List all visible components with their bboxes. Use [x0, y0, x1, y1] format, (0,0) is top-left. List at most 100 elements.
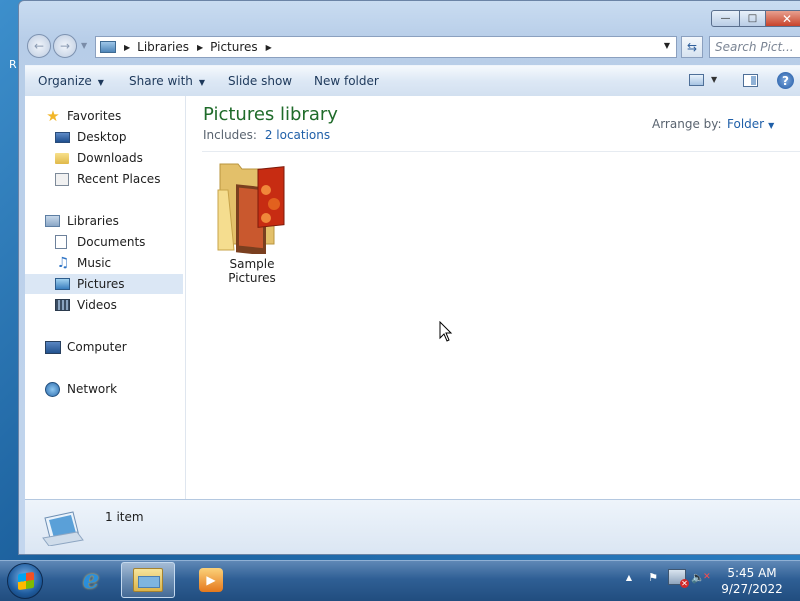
help-icon[interactable]: ?: [777, 72, 794, 89]
refresh-button[interactable]: ⇆: [681, 36, 703, 58]
volume-muted-icon[interactable]: 🔈: [691, 569, 710, 585]
share-with-menu[interactable]: Share with ▼: [129, 74, 205, 88]
windows-explorer-icon: [133, 568, 163, 592]
nav-documents-label: Documents: [77, 235, 146, 249]
caption-buttons: — □ ✕: [711, 10, 800, 27]
nav-desktop[interactable]: Desktop: [25, 127, 183, 147]
nav-documents[interactable]: Documents: [25, 232, 183, 252]
new-folder-button[interactable]: New folder: [314, 74, 379, 88]
arrange-by-label: Arrange by:: [652, 117, 722, 131]
back-arrow-icon: ←: [33, 39, 45, 53]
taskbar-internet-explorer[interactable]: e: [64, 562, 118, 598]
show-hidden-icons-icon[interactable]: ▲: [620, 569, 638, 585]
music-note-icon: ♫: [56, 255, 70, 271]
breadcrumb-separator-icon[interactable]: ▶: [124, 43, 130, 52]
maximize-button[interactable]: □: [739, 10, 766, 27]
forward-button[interactable]: →: [53, 34, 77, 58]
arrange-by-dropdown[interactable]: Folder ▼: [727, 117, 774, 131]
taskbar-windows-explorer[interactable]: [121, 562, 175, 598]
clock[interactable]: 5:45 AM 9/27/2022: [710, 565, 794, 597]
recent-pages-dropdown[interactable]: ▼: [81, 41, 87, 50]
navigation-bar: ← → ▼ ▶ Libraries ▶ Pictures ▶ ▼ ⇆ Searc…: [23, 33, 800, 61]
nav-pictures[interactable]: Pictures: [25, 274, 183, 294]
action-center-flag-icon[interactable]: ⚑: [644, 569, 662, 585]
film-strip-icon: [55, 299, 70, 311]
nav-libraries[interactable]: Libraries: [25, 211, 183, 231]
search-input[interactable]: Search Pict...: [709, 36, 800, 58]
chevron-down-icon: ▼: [198, 78, 206, 87]
nav-recent-places-label: Recent Places: [77, 172, 161, 186]
explorer-window: — □ ✕ ← → ▼ ▶ Libraries ▶ Pictures ▶ ▼ ⇆…: [18, 0, 800, 555]
nav-videos[interactable]: Videos: [25, 295, 183, 315]
slide-show-button[interactable]: Slide show: [228, 74, 292, 88]
includes-label: Includes:: [203, 128, 257, 142]
breadcrumb-separator-icon[interactable]: ▶: [197, 43, 203, 52]
nav-downloads[interactable]: Downloads: [25, 148, 183, 168]
clock-time: 5:45 AM: [727, 566, 777, 580]
navigation-pane: ★ Favorites Desktop Downloads Recent Pla…: [25, 96, 186, 499]
documents-icon: [55, 235, 67, 249]
breadcrumb-pictures[interactable]: Pictures: [210, 40, 258, 54]
clock-date: 9/27/2022: [721, 582, 783, 596]
pictures-library-icon: [42, 511, 84, 546]
nav-computer-label: Computer: [67, 340, 127, 354]
preview-pane-icon[interactable]: [743, 74, 758, 87]
recent-places-icon: [55, 172, 69, 186]
item-count: 1 item: [105, 510, 144, 524]
network-status-icon[interactable]: [668, 569, 689, 588]
content-divider: [202, 151, 800, 152]
nav-music[interactable]: ♫ Music: [25, 253, 183, 273]
close-button[interactable]: ✕: [765, 10, 800, 27]
arrange-by-value: Folder: [727, 117, 765, 131]
organize-menu[interactable]: Organize ▼: [38, 74, 104, 88]
breadcrumb-libraries[interactable]: Libraries: [137, 40, 189, 54]
chevron-down-icon: ▼: [768, 121, 775, 130]
share-with-label: Share with: [129, 74, 193, 88]
nav-network[interactable]: Network: [25, 379, 183, 399]
nav-libraries-label: Libraries: [67, 214, 119, 228]
desktop-edge-text: R: [9, 58, 17, 71]
change-view-icon[interactable]: [689, 74, 704, 86]
internet-explorer-icon: e: [82, 565, 100, 595]
nav-desktop-label: Desktop: [77, 130, 127, 144]
taskbar: e ▶ ▲ ⚑ 🔈 5:45 AM 9/27/2022: [0, 560, 800, 601]
back-button[interactable]: ←: [27, 34, 51, 58]
folder-item-sample-pictures[interactable]: Sample Pictures: [204, 160, 300, 285]
breadcrumb-separator-icon[interactable]: ▶: [266, 43, 272, 52]
nav-music-label: Music: [77, 256, 112, 270]
library-icon: [100, 41, 116, 53]
pictures-icon: [55, 278, 70, 290]
downloads-folder-icon: [55, 152, 69, 164]
address-bar[interactable]: ▶ Libraries ▶ Pictures ▶ ▼: [95, 36, 677, 58]
address-dropdown-icon[interactable]: ▼: [664, 41, 670, 50]
forward-arrow-icon: →: [59, 39, 71, 53]
nav-computer[interactable]: Computer: [25, 337, 183, 357]
nav-favorites[interactable]: ★ Favorites: [25, 106, 183, 126]
nav-downloads-label: Downloads: [77, 151, 143, 165]
view-options-dropdown-icon[interactable]: ▼: [711, 75, 717, 84]
network-globe-icon: [45, 381, 60, 397]
command-bar: Organize ▼ Share with ▼ Slide show New fol…: [25, 65, 800, 97]
folder-item-label: Sample Pictures: [228, 257, 276, 285]
content-pane: Pictures library Includes: 2 locations A…: [186, 96, 800, 499]
start-button[interactable]: [7, 563, 43, 599]
library-includes: Includes: 2 locations: [203, 128, 330, 142]
desktop-icon: [55, 131, 70, 143]
computer-icon: [45, 340, 61, 354]
libraries-icon: [45, 215, 60, 227]
nav-videos-label: Videos: [77, 298, 117, 312]
locations-link[interactable]: 2 locations: [265, 128, 330, 142]
chevron-down-icon: ▼: [97, 78, 104, 87]
star-icon: ★: [46, 107, 60, 125]
windows-logo-icon: [18, 571, 34, 591]
library-title: Pictures library: [203, 104, 338, 125]
minimize-button[interactable]: —: [711, 10, 740, 27]
nav-network-label: Network: [67, 382, 118, 396]
nav-pictures-label: Pictures: [77, 277, 125, 291]
organize-label: Organize: [38, 74, 92, 88]
pictures-folder-icon: [217, 163, 285, 254]
refresh-icon: ⇆: [686, 40, 698, 54]
nav-recent-places[interactable]: Recent Places: [25, 169, 183, 189]
taskbar-media-player[interactable]: ▶: [184, 562, 238, 598]
details-pane: 1 item: [25, 499, 800, 554]
